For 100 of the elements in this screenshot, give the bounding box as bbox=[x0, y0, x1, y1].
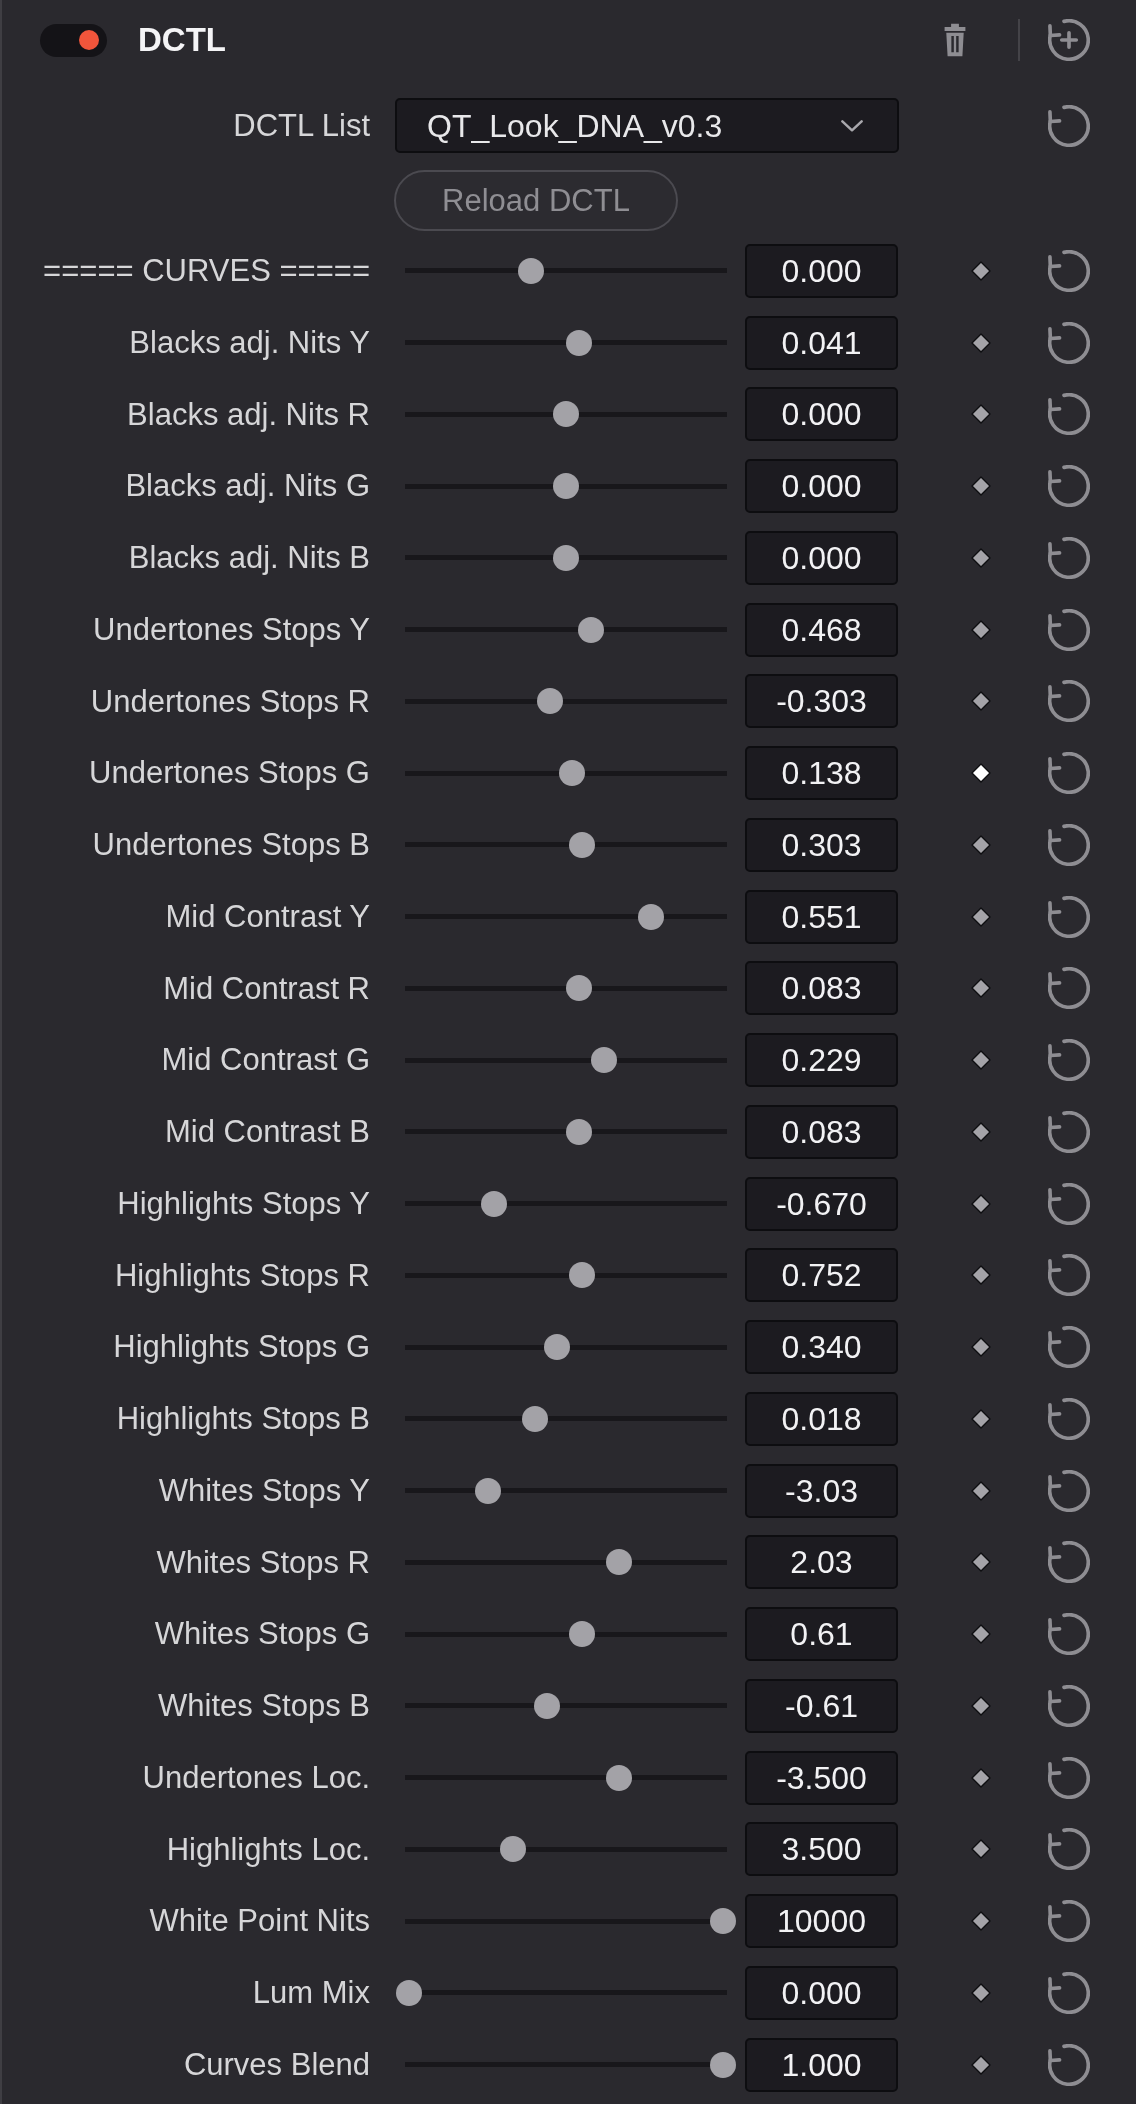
slider-thumb[interactable] bbox=[578, 616, 605, 643]
slider-thumb[interactable] bbox=[559, 760, 586, 787]
diamond-icon[interactable] bbox=[971, 1839, 991, 1860]
slider-thumb[interactable] bbox=[543, 1334, 570, 1361]
value-field[interactable]: 0.000 bbox=[745, 530, 898, 585]
reset-icon[interactable] bbox=[1048, 1469, 1090, 1512]
reset-icon[interactable] bbox=[1048, 1254, 1090, 1297]
diamond-icon[interactable] bbox=[971, 1552, 991, 1573]
value-field[interactable]: 0.041 bbox=[745, 315, 898, 370]
value-field[interactable]: 0.752 bbox=[745, 1248, 898, 1303]
diamond-icon[interactable] bbox=[971, 1121, 991, 1142]
diamond-icon[interactable] bbox=[971, 1695, 991, 1716]
reset-icon[interactable] bbox=[1048, 680, 1090, 723]
value-field[interactable]: 0.551 bbox=[745, 889, 898, 944]
reset-icon[interactable] bbox=[1048, 1326, 1090, 1369]
slider-thumb[interactable] bbox=[637, 903, 664, 930]
reset-icon[interactable] bbox=[1048, 823, 1090, 866]
diamond-icon[interactable] bbox=[971, 1767, 991, 1788]
reload-button[interactable]: Reload DCTL bbox=[394, 170, 678, 231]
reset-icon[interactable] bbox=[1048, 1182, 1090, 1225]
reset-icon[interactable] bbox=[1048, 1971, 1090, 2014]
diamond-icon[interactable] bbox=[971, 1911, 991, 1932]
reset-icon[interactable] bbox=[1048, 1756, 1090, 1799]
diamond-icon[interactable] bbox=[971, 404, 991, 425]
value-field[interactable]: 0.000 bbox=[745, 1965, 898, 2020]
value-field[interactable]: 0.61 bbox=[745, 1607, 898, 1662]
value-field[interactable]: 1.000 bbox=[745, 2037, 898, 2092]
diamond-icon[interactable] bbox=[971, 1337, 991, 1358]
reset-icon[interactable] bbox=[1048, 1613, 1090, 1656]
reset-icon[interactable] bbox=[1048, 608, 1090, 651]
slider-thumb[interactable] bbox=[521, 1405, 548, 1432]
slider-thumb[interactable] bbox=[499, 1836, 526, 1863]
diamond-icon[interactable] bbox=[971, 691, 991, 712]
diamond-icon[interactable] bbox=[971, 1408, 991, 1429]
value-field[interactable]: 0.000 bbox=[745, 459, 898, 514]
slider-thumb[interactable] bbox=[474, 1477, 501, 1504]
value-field[interactable]: 0.229 bbox=[745, 1033, 898, 1088]
reset-icon[interactable] bbox=[1048, 465, 1090, 508]
diamond-icon[interactable] bbox=[971, 476, 991, 497]
slider-thumb[interactable] bbox=[553, 473, 579, 500]
diamond-icon[interactable] bbox=[971, 547, 991, 568]
slider-thumb[interactable] bbox=[590, 1047, 617, 1074]
slider-thumb[interactable] bbox=[553, 544, 579, 571]
reset-icon[interactable] bbox=[1048, 249, 1090, 292]
trash-icon[interactable] bbox=[942, 23, 968, 57]
diamond-icon[interactable] bbox=[971, 763, 991, 784]
slider-thumb[interactable] bbox=[396, 1979, 422, 2006]
diamond-icon[interactable] bbox=[971, 978, 991, 999]
slider-thumb[interactable] bbox=[565, 975, 592, 1002]
value-field[interactable]: 10000 bbox=[745, 1894, 898, 1949]
diamond-icon[interactable] bbox=[971, 1265, 991, 1286]
diamond-icon[interactable] bbox=[971, 906, 991, 927]
value-field[interactable]: 0.340 bbox=[745, 1320, 898, 1375]
slider-thumb[interactable] bbox=[568, 1262, 595, 1289]
reset-icon[interactable] bbox=[1048, 1110, 1090, 1153]
diamond-icon[interactable] bbox=[971, 2054, 991, 2075]
slider-thumb[interactable] bbox=[534, 1692, 561, 1719]
diamond-icon[interactable] bbox=[971, 834, 991, 855]
diamond-icon[interactable] bbox=[971, 1193, 991, 1214]
value-field[interactable]: -3.500 bbox=[745, 1750, 898, 1805]
reset-add-icon[interactable] bbox=[1048, 19, 1090, 61]
slider-thumb[interactable] bbox=[537, 688, 564, 715]
slider-thumb[interactable] bbox=[553, 401, 579, 428]
slider-thumb[interactable] bbox=[568, 831, 595, 858]
diamond-icon[interactable] bbox=[971, 332, 991, 353]
slider-thumb[interactable] bbox=[568, 1621, 595, 1648]
diamond-icon[interactable] bbox=[971, 1480, 991, 1501]
reset-icon[interactable] bbox=[1048, 1541, 1090, 1584]
slider-thumb[interactable] bbox=[710, 1908, 736, 1935]
value-field[interactable]: 2.03 bbox=[745, 1535, 898, 1590]
toggle-switch[interactable] bbox=[40, 23, 107, 57]
value-field[interactable]: 0.000 bbox=[745, 243, 898, 298]
value-field[interactable]: -0.670 bbox=[745, 1176, 898, 1231]
slider-thumb[interactable] bbox=[565, 1118, 592, 1145]
reset-icon[interactable] bbox=[1048, 1397, 1090, 1440]
reset-icon[interactable] bbox=[1048, 536, 1090, 579]
reset-icon[interactable] bbox=[1048, 752, 1090, 795]
reset-icon[interactable] bbox=[1048, 1828, 1090, 1871]
diamond-icon[interactable] bbox=[971, 619, 991, 640]
value-field[interactable]: 0.083 bbox=[745, 1104, 898, 1159]
value-field[interactable]: 0.138 bbox=[745, 746, 898, 801]
reset-icon[interactable] bbox=[1048, 967, 1090, 1010]
value-field[interactable]: 0.083 bbox=[745, 961, 898, 1016]
reset-icon[interactable] bbox=[1048, 1684, 1090, 1727]
slider-thumb[interactable] bbox=[710, 2051, 736, 2078]
slider-thumb[interactable] bbox=[606, 1549, 633, 1576]
reset-icon[interactable] bbox=[1048, 1039, 1090, 1082]
reset-icon[interactable] bbox=[1048, 895, 1090, 938]
value-field[interactable]: 0.018 bbox=[745, 1391, 898, 1446]
value-field[interactable]: -3.03 bbox=[745, 1463, 898, 1518]
reset-icon[interactable] bbox=[1048, 2043, 1090, 2086]
dctl-dropdown[interactable]: QT_Look_DNA_v0.3 bbox=[395, 98, 899, 153]
diamond-icon[interactable] bbox=[971, 1050, 991, 1071]
diamond-icon[interactable] bbox=[971, 1982, 991, 2003]
reset-icon[interactable] bbox=[1048, 393, 1090, 436]
slider-thumb[interactable] bbox=[480, 1190, 507, 1217]
value-field[interactable]: -0.61 bbox=[745, 1678, 898, 1733]
diamond-icon[interactable] bbox=[971, 260, 991, 281]
value-field[interactable]: 0.468 bbox=[745, 602, 898, 657]
reset-icon[interactable] bbox=[1048, 1900, 1090, 1943]
